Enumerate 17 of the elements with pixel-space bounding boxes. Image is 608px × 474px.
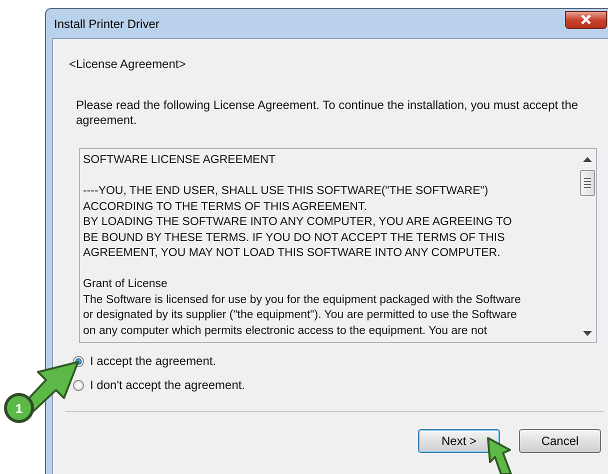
license-paragraph: ----YOU, THE END USER, SHALL USE THIS SOFTWARE("THE SOFTWARE") ACCORDING TO THE TERMS OF THIS AGREEMENT. BY LOADING THE SOFTWARE INTO ANY COMPUTER, YOU ARE AGREEING TO BE BOUND BY THESE TERMS. IF YOU DO NOT ACCEPT THE TERMS OF THIS AGREEMENT, YOU MAY NOT LOAD THIS SOFTWARE INTO ANY COMPUTER. (83, 184, 513, 261)
radio-option[interactable]: I don't accept the agreement. (73, 378, 246, 392)
scroll-down-icon (583, 331, 592, 336)
instructions-text: Please read the following License Agreement. To continue the installation, you must accept the agreement. (76, 98, 580, 128)
scroll-thumb[interactable] (580, 170, 595, 196)
license-paragraph: Grant of License The Software is licensed for use by you for the equipment packaged with the Software or designated by its supplier ("the equipment"). You are permitted to use the Software on any computer which permits electronic access to the equipment. You are not (83, 277, 522, 338)
pointer-arrow (486, 436, 512, 474)
section-heading: <License Agreement> (69, 57, 187, 71)
close-icon (580, 14, 592, 25)
license-paragraph: SOFTWARE LICENSE AGREEMENT (83, 153, 277, 168)
cancel-button[interactable]: Cancel (519, 429, 601, 453)
step-badge: 1 (4, 393, 34, 423)
scroll-up-icon (583, 157, 592, 162)
license-text-box[interactable] (79, 148, 597, 343)
close-button[interactable] (565, 10, 607, 28)
next-button[interactable]: Next > (418, 429, 500, 453)
window-title: Install Printer Driver (54, 16, 160, 30)
